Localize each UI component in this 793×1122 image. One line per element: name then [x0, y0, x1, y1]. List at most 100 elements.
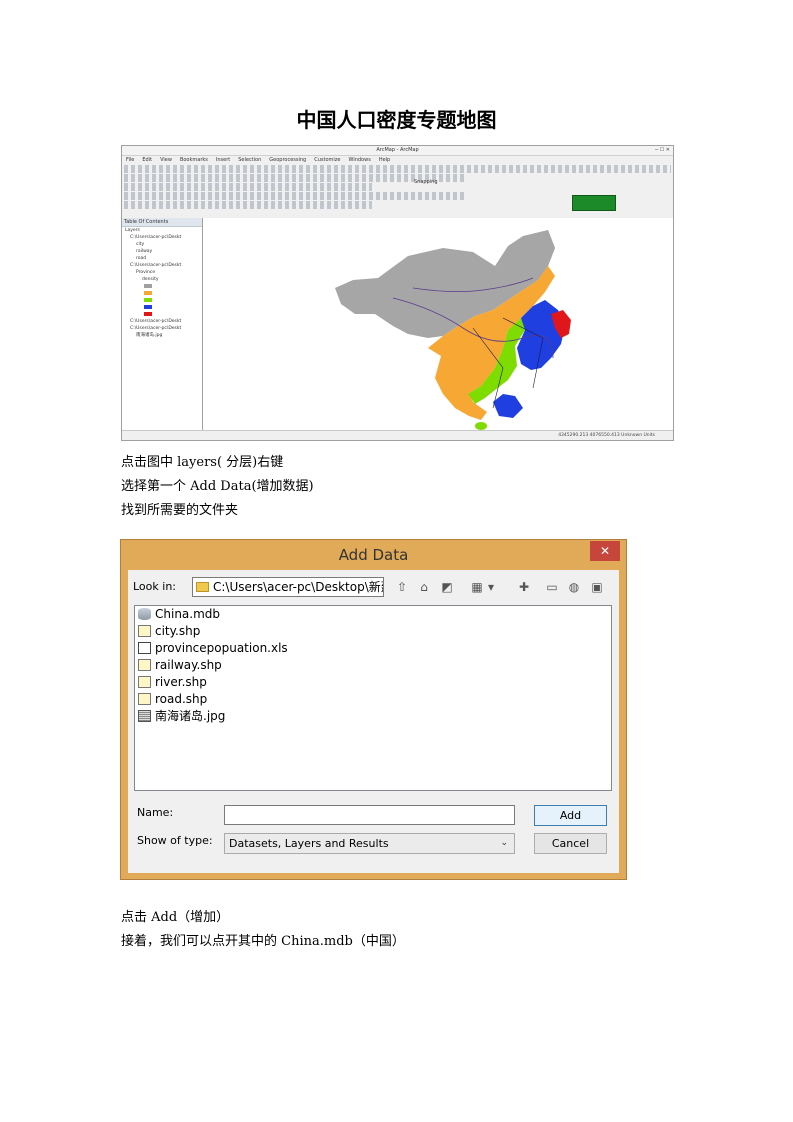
legend-swatch-row	[122, 304, 202, 311]
instruction-line: 接着，我们可以点开其中的 China.mdb（中国）	[121, 934, 405, 949]
arcmap-titlebar: ArcMap - ArcMap ─ ☐ ✕	[122, 146, 673, 156]
toc-item[interactable]: railway	[122, 248, 202, 255]
look-in-value: C:\Users\acer-pc\Desktop\新建	[213, 580, 384, 594]
close-icon: ✕	[599, 544, 611, 558]
instruction-line: 找到所需要的文件夹	[121, 503, 239, 518]
menu-help[interactable]: Help	[379, 157, 390, 163]
type-value: Datasets, Layers and Results	[229, 837, 389, 850]
instruction-line: 点击 Add（增加）	[121, 910, 230, 925]
toc-item[interactable]: C:\Users\acer-pc\Deskt	[122, 318, 202, 325]
standard-toolbar[interactable]	[124, 165, 671, 173]
toc-item[interactable]: C:\Users\acer-pc\Deskt	[122, 325, 202, 332]
list-item[interactable]: river.shp	[135, 674, 611, 691]
toc-item[interactable]: C:\Users\acer-pc\Deskt	[122, 234, 202, 241]
map-region-very-high	[493, 394, 523, 418]
name-label: Name:	[137, 806, 174, 819]
legend-swatch	[144, 290, 152, 295]
toc-item[interactable]: C:\Users\acer-pc\Deskt	[122, 262, 202, 269]
arcmap-window-title: ArcMap - ArcMap	[376, 147, 419, 153]
legend-swatch-row	[122, 290, 202, 297]
home-icon[interactable]: ⌂	[415, 578, 433, 596]
editor-toolbar[interactable]	[124, 192, 466, 200]
up-one-level-icon[interactable]: ⇧	[393, 578, 411, 596]
file-name: China.mdb	[155, 607, 221, 621]
toc-item: density	[142, 277, 159, 282]
menu-file[interactable]: File	[126, 157, 134, 163]
toc-item[interactable]: road	[122, 255, 202, 262]
menu-bookmarks[interactable]: Bookmarks	[180, 157, 208, 163]
add-data-dialog: Add Data ✕ Look in: C:\Users\acer-pc\Des…	[120, 539, 627, 880]
toc-item[interactable]: 南海诸岛.jpg	[122, 332, 202, 339]
arcmap-screenshot: ArcMap - ArcMap ─ ☐ ✕ File Edit View Boo…	[121, 145, 674, 441]
menu-view[interactable]: View	[160, 157, 172, 163]
toc-layers[interactable]: Layers	[122, 227, 202, 234]
list-item[interactable]: 南海诸岛.jpg	[135, 708, 611, 725]
view-dropdown-icon[interactable]: ▾	[485, 578, 497, 596]
toc-title: Table Of Contents	[122, 218, 202, 227]
coordinate-readout: 4345290.213 4076550.413 Unknown Units	[558, 433, 655, 438]
china-density-map	[335, 230, 571, 430]
green-logo-box	[572, 195, 616, 211]
file-name: 南海诸岛.jpg	[155, 709, 226, 723]
legend-swatch	[144, 304, 152, 309]
legend-swatch	[144, 311, 152, 316]
toc-item[interactable]: city	[122, 241, 202, 248]
menu-insert[interactable]: Insert	[216, 157, 230, 163]
file-name: road.shp	[155, 692, 208, 706]
line-shapefile-icon	[138, 676, 151, 688]
cancel-button[interactable]: Cancel	[534, 833, 607, 854]
toolbox-icon[interactable]: ▣	[588, 578, 606, 596]
legend-swatch	[144, 297, 152, 302]
chevron-down-icon: ⌄	[500, 838, 508, 848]
legend-swatch	[144, 283, 152, 288]
menu-geoprocessing[interactable]: Geoprocessing	[269, 157, 306, 163]
close-button[interactable]: ✕	[590, 541, 620, 561]
raster-icon	[138, 710, 151, 722]
list-item[interactable]: provincepopuation.xls	[135, 640, 611, 657]
menu-selection[interactable]: Selection	[238, 157, 261, 163]
chevron-down-icon: ⌄	[371, 582, 379, 592]
name-input[interactable]	[224, 805, 515, 825]
arcmap-menubar: File Edit View Bookmarks Insert Selectio…	[122, 156, 673, 164]
type-label: Show of type:	[137, 834, 213, 847]
file-name: provincepopuation.xls	[155, 641, 288, 655]
list-item[interactable]: road.shp	[135, 691, 611, 708]
menu-edit[interactable]: Edit	[142, 157, 152, 163]
table-of-contents[interactable]: Table Of Contents Layers C:\Users\acer-p…	[122, 218, 203, 432]
list-item[interactable]: China.mdb	[135, 606, 611, 623]
georeferencing-toolbar[interactable]	[124, 201, 372, 209]
instruction-line: 点击图中 layers( 分层)右键	[121, 455, 284, 470]
new-folder-icon[interactable]: ✚	[515, 578, 533, 596]
list-item[interactable]: railway.shp	[135, 657, 611, 674]
status-bar: 4345290.213 4076550.413 Unknown Units	[122, 430, 673, 440]
dialog-body: Look in: C:\Users\acer-pc\Desktop\新建 ⌄ ⇧…	[128, 570, 619, 873]
map-view[interactable]	[203, 218, 673, 432]
table-icon	[138, 642, 151, 654]
list-item[interactable]: city.shp	[135, 623, 611, 640]
legend-swatch-row	[122, 283, 202, 290]
database-icon	[138, 608, 151, 620]
dialog-title: Add Data	[338, 546, 409, 564]
add-button[interactable]: Add	[534, 805, 607, 826]
layout-toolbar[interactable]	[124, 183, 372, 191]
folder-icon[interactable]: ▭	[543, 578, 561, 596]
folder-icon	[196, 582, 209, 592]
file-list[interactable]: China.mdb city.shp provincepopuation.xls…	[134, 605, 612, 791]
toc-item[interactable]: Province	[122, 269, 202, 276]
type-dropdown[interactable]: Datasets, Layers and Results ⌄	[224, 833, 515, 854]
menu-windows[interactable]: Windows	[348, 157, 370, 163]
legend-swatch-row	[122, 297, 202, 304]
look-in-dropdown[interactable]: C:\Users\acer-pc\Desktop\新建 ⌄	[192, 577, 384, 597]
window-controls[interactable]: ─ ☐ ✕	[655, 147, 670, 153]
map-island	[475, 422, 487, 430]
instruction-line: 选择第一个 Add Data(增加数据)	[121, 479, 314, 494]
page-title: 中国人口密度专题地图	[296, 108, 497, 132]
legend-swatch-row	[122, 311, 202, 318]
menu-customize[interactable]: Customize	[314, 157, 340, 163]
view-list-icon[interactable]: ▦	[468, 578, 486, 596]
database-icon[interactable]: ◍	[565, 578, 583, 596]
line-shapefile-icon	[138, 659, 151, 671]
line-shapefile-icon	[138, 693, 151, 705]
file-name: river.shp	[155, 675, 207, 689]
connect-folder-icon[interactable]: ◩	[438, 578, 456, 596]
